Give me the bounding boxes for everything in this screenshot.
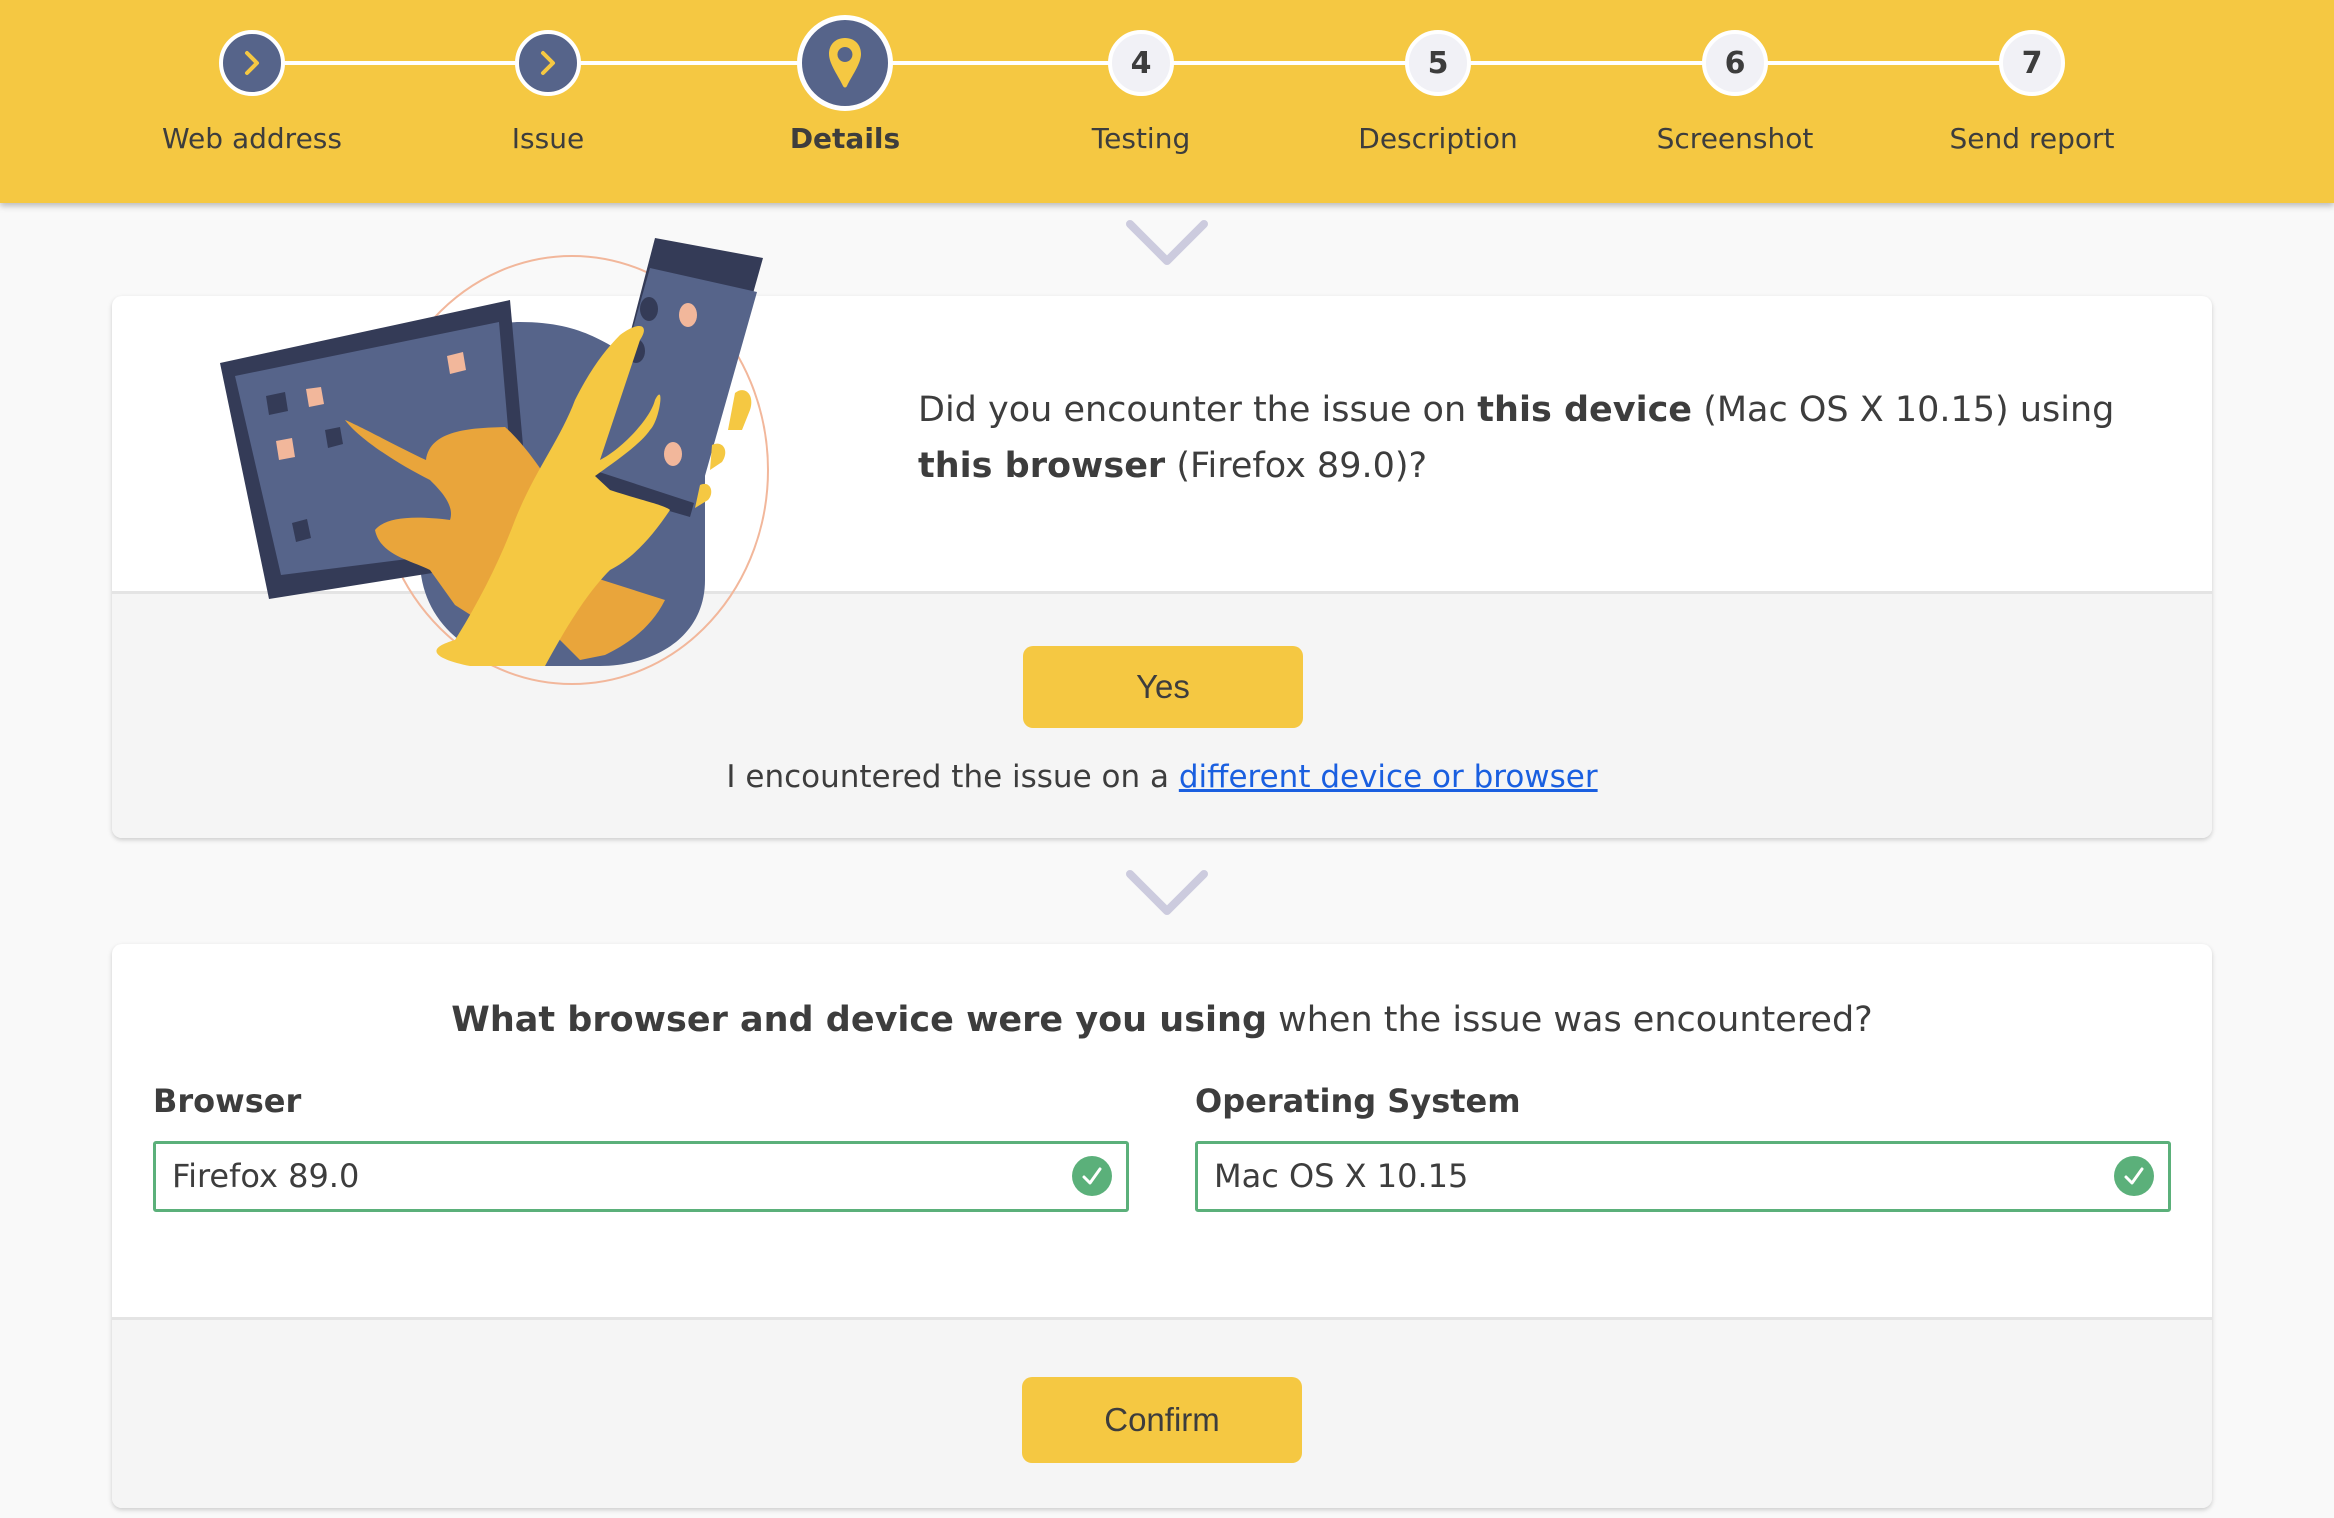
alternate-device-text: I encountered the issue on a	[726, 759, 1179, 795]
map-pin-icon	[829, 38, 861, 88]
step-label: Testing	[1091, 122, 1191, 155]
step-label: Issue	[511, 122, 585, 155]
step-issue[interactable]: Issue	[398, 0, 698, 203]
step-testing[interactable]: 4 Testing	[991, 0, 1291, 203]
step-send-report[interactable]: 7 Send report	[1882, 0, 2182, 203]
question-text: Did you encounter the issue on	[918, 390, 1478, 430]
confirm-device-card: Did you encounter the issue on this devi…	[112, 296, 2212, 838]
step-number: 6	[1702, 30, 1768, 96]
step-label: Description	[1358, 122, 1518, 155]
step-description[interactable]: 5 Description	[1288, 0, 1588, 203]
step-done-marker	[219, 30, 285, 96]
os-field[interactable]: Mac OS X 10.15	[1195, 1141, 2171, 1212]
valid-check-icon	[2114, 1156, 2154, 1196]
browser-device-footer: Confirm	[112, 1317, 2212, 1508]
browser-field-value[interactable]: Firefox 89.0	[172, 1144, 359, 1209]
progress-header: Web address Issue Details 4 Testing 5 De…	[0, 0, 2334, 203]
question-emphasis: this browser	[918, 446, 1166, 486]
step-label: Details	[789, 122, 901, 155]
os-label: Operating System	[1195, 1082, 1521, 1120]
step-screenshot[interactable]: 6 Screenshot	[1585, 0, 1885, 203]
step-label: Web address	[162, 122, 342, 155]
browser-info: (Firefox 89.0)?	[1165, 446, 1428, 486]
step-details[interactable]: Details	[695, 0, 995, 203]
device-info: (Mac OS X 10.15) using	[1692, 390, 2115, 430]
heading-text: when the issue was encountered?	[1267, 1000, 1873, 1040]
chevron-right-icon	[245, 51, 259, 75]
heading-emphasis: What browser and device were you using	[451, 1000, 1267, 1040]
os-field-value[interactable]: Mac OS X 10.15	[1214, 1144, 1468, 1209]
browser-device-heading: What browser and device were you using w…	[112, 1000, 2212, 1040]
valid-check-icon	[1072, 1156, 1112, 1196]
chevron-down-icon	[1125, 218, 1209, 268]
step-done-marker	[515, 30, 581, 96]
step-label: Send report	[1949, 122, 2115, 155]
step-label: Screenshot	[1656, 122, 1814, 155]
confirm-device-footer: Yes I encountered the issue on a differe…	[112, 591, 2212, 838]
browser-field[interactable]: Firefox 89.0	[153, 1141, 1129, 1212]
browser-label: Browser	[153, 1082, 302, 1120]
step-number: 5	[1405, 30, 1471, 96]
chevron-down-icon	[1125, 868, 1209, 918]
alternate-device-line: I encountered the issue on a different d…	[112, 759, 2212, 795]
step-number: 4	[1108, 30, 1174, 96]
step-web-address[interactable]: Web address	[102, 0, 402, 203]
step-number: 7	[1999, 30, 2065, 96]
question-emphasis: this device	[1477, 390, 1693, 430]
confirm-button[interactable]: Confirm	[1022, 1377, 1302, 1463]
yes-button[interactable]: Yes	[1023, 646, 1303, 728]
step-current-marker	[797, 15, 893, 111]
device-question: Did you encounter the issue on this devi…	[918, 382, 2138, 494]
different-device-link[interactable]: different device or browser	[1179, 759, 1598, 795]
browser-device-card: What browser and device were you using w…	[112, 944, 2212, 1508]
chevron-right-icon	[541, 51, 555, 75]
